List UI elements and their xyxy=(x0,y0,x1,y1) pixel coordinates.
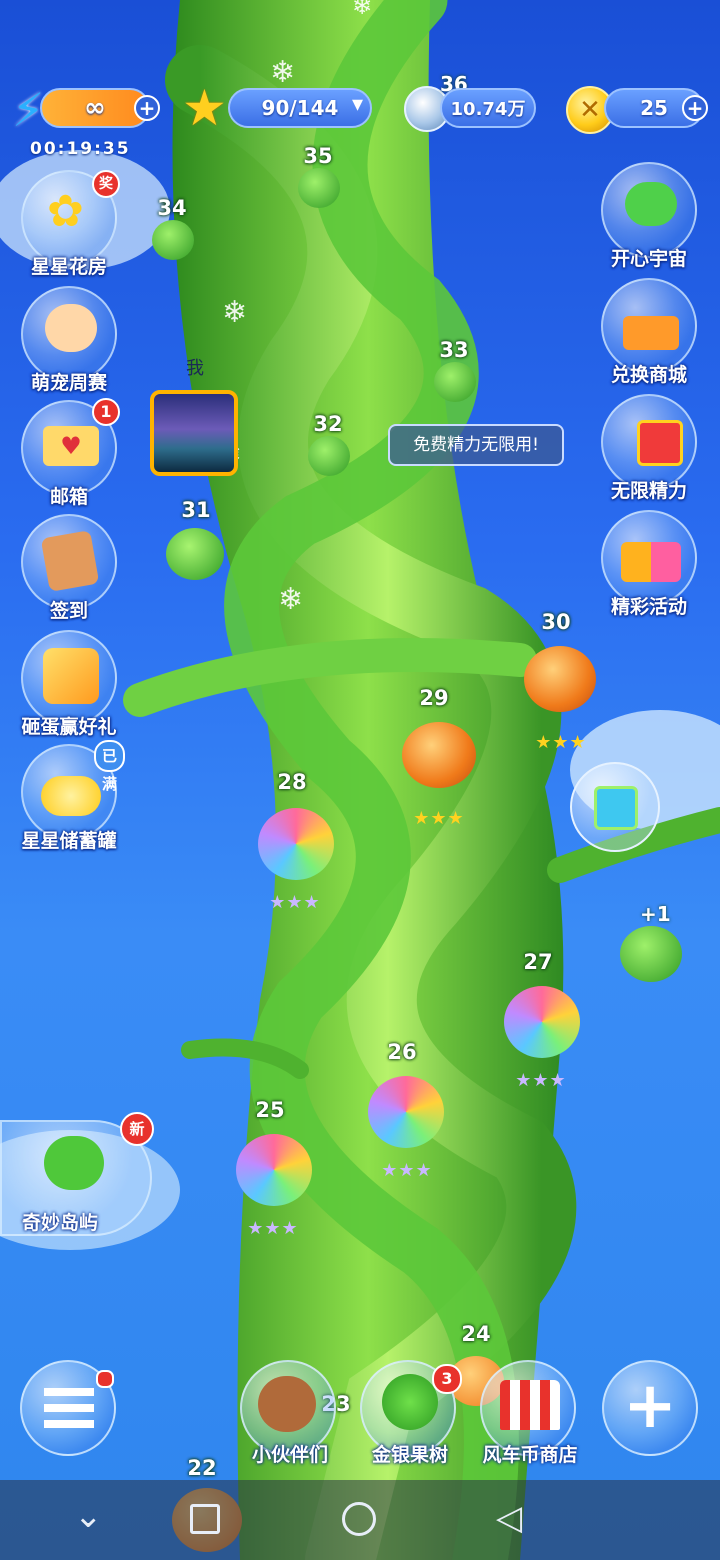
unlimited-energy-button[interactable]: 无限精力 xyxy=(594,394,704,503)
reward-badge: 奖 xyxy=(92,170,120,198)
events-button[interactable]: 精彩活动 xyxy=(594,510,704,619)
full-badge: 已满 xyxy=(94,740,126,793)
level-number: 30 xyxy=(541,610,571,634)
fruit-tree-badge: 3 xyxy=(432,1364,462,1394)
stars-value: 90/144 xyxy=(261,96,339,120)
flower-house-button[interactable]: ✿ 奖 星星花房 xyxy=(14,170,124,279)
free-energy-tooltip: 免费精力无限用! xyxy=(388,424,564,466)
gold-value: 25 xyxy=(640,96,668,120)
exchange-mall-label: 兑换商城 xyxy=(610,364,687,386)
mail-count-badge: 1 xyxy=(92,398,120,426)
happy-universe-button[interactable]: 开心宇宙 xyxy=(594,162,704,271)
fruit-tree-label: 金银果树 xyxy=(371,1444,448,1466)
level-number: 25 xyxy=(255,1098,285,1122)
gift-bubble-icon[interactable] xyxy=(570,762,660,852)
shop-icon xyxy=(500,1380,560,1430)
snowflake-icon: ❄ xyxy=(222,295,248,330)
level-node-32[interactable] xyxy=(308,436,350,476)
energy-value: ∞ xyxy=(84,93,106,123)
level-node-26[interactable] xyxy=(368,1076,444,1148)
egg-gift-button[interactable]: 砸蛋赢好礼 xyxy=(14,630,124,739)
chevron-down-icon[interactable]: ⌄ xyxy=(74,1496,103,1536)
level-node-27[interactable] xyxy=(504,986,580,1058)
snowflake-icon: ❄ xyxy=(270,55,296,90)
mailbox-button[interactable]: ♥ 1 邮箱 xyxy=(14,398,124,509)
level-node-25[interactable] xyxy=(236,1134,312,1206)
tree-island-icon xyxy=(44,1136,104,1190)
level-node-30[interactable] xyxy=(524,646,596,712)
fruit-tree-icon xyxy=(382,1374,438,1430)
level-node-33[interactable] xyxy=(434,362,476,402)
level-25-stars: ★★★ xyxy=(247,1218,299,1239)
level-number: 35 xyxy=(303,144,333,168)
windmill-shop-label: 风车币商店 xyxy=(482,1444,578,1466)
sign-in-label: 签到 xyxy=(49,600,88,622)
level-number: 26 xyxy=(387,1040,417,1064)
level-number: 32 xyxy=(313,412,343,436)
silver-counter[interactable]: 10.74万 xyxy=(440,88,536,128)
level-number: 33 xyxy=(439,338,469,362)
recents-square-icon[interactable] xyxy=(190,1504,220,1534)
raccoon-icon xyxy=(258,1376,316,1432)
level-number: 29 xyxy=(419,686,449,710)
star-piggy-button[interactable]: 已满 星星储蓄罐 xyxy=(14,740,126,853)
bonus-plus-one: +1 xyxy=(640,902,671,926)
stars-dropdown-icon[interactable]: ▾ xyxy=(352,92,363,117)
mailbox-label: 邮箱 xyxy=(49,486,88,508)
player-avatar[interactable] xyxy=(150,390,238,476)
level-node-35[interactable] xyxy=(298,168,340,208)
level-node-28[interactable] xyxy=(258,808,334,880)
bonus-fruit-icon[interactable] xyxy=(620,926,682,982)
level-30-stars: ★★★ xyxy=(535,732,587,753)
plus-icon: + xyxy=(623,1369,677,1443)
level-number: 34 xyxy=(157,196,187,220)
add-button[interactable]: + xyxy=(602,1360,698,1456)
snowflake-icon: ❄ xyxy=(278,582,304,617)
wonder-island-label: 奇妙岛屿 xyxy=(22,1212,99,1234)
stars-counter[interactable]: 90/144 xyxy=(228,88,372,128)
partners-label: 小伙伴们 xyxy=(251,1444,328,1466)
level-26-stars: ★★★ xyxy=(381,1160,433,1181)
level-28-stars: ★★★ xyxy=(269,892,321,913)
add-energy-button[interactable]: + xyxy=(134,95,160,121)
pet-week-button[interactable]: 萌宠周赛 xyxy=(14,286,124,395)
level-node-34[interactable] xyxy=(152,220,194,260)
unlimited-energy-label: 无限精力 xyxy=(610,480,687,502)
level-node-29[interactable] xyxy=(402,722,476,788)
star-icon: ★ xyxy=(182,79,227,137)
back-triangle-icon[interactable]: ◁ xyxy=(496,1498,522,1538)
happy-universe-label: 开心宇宙 xyxy=(610,248,687,270)
exchange-mall-button[interactable]: 兑换商城 xyxy=(594,278,704,387)
level-node-31[interactable] xyxy=(166,528,224,580)
snowflake-icon: ❄ xyxy=(352,0,373,20)
level-number: 31 xyxy=(181,498,211,522)
player-marker-label: 我 xyxy=(186,358,204,379)
sign-in-button[interactable]: 签到 xyxy=(14,514,124,623)
menu-notification-dot xyxy=(96,1370,114,1388)
list-icon xyxy=(44,1388,94,1428)
star-piggy-label: 星星储蓄罐 xyxy=(21,830,117,852)
add-gold-button[interactable]: + xyxy=(682,95,708,121)
silver-value: 10.74万 xyxy=(450,99,526,120)
level-number: 24 xyxy=(461,1322,491,1346)
energy-timer: 00:19:35 xyxy=(30,139,131,159)
pet-week-label: 萌宠周赛 xyxy=(30,372,107,394)
level-number: 28 xyxy=(277,770,307,794)
new-badge: 新 xyxy=(120,1112,154,1146)
level-27-stars: ★★★ xyxy=(515,1070,567,1091)
events-label: 精彩活动 xyxy=(610,596,687,618)
egg-gift-label: 砸蛋赢好礼 xyxy=(21,716,117,738)
flower-house-label: 星星花房 xyxy=(30,256,107,278)
level-29-stars: ★★★ xyxy=(413,808,465,829)
level-number: 27 xyxy=(523,950,553,974)
home-circle-icon[interactable] xyxy=(342,1502,376,1536)
